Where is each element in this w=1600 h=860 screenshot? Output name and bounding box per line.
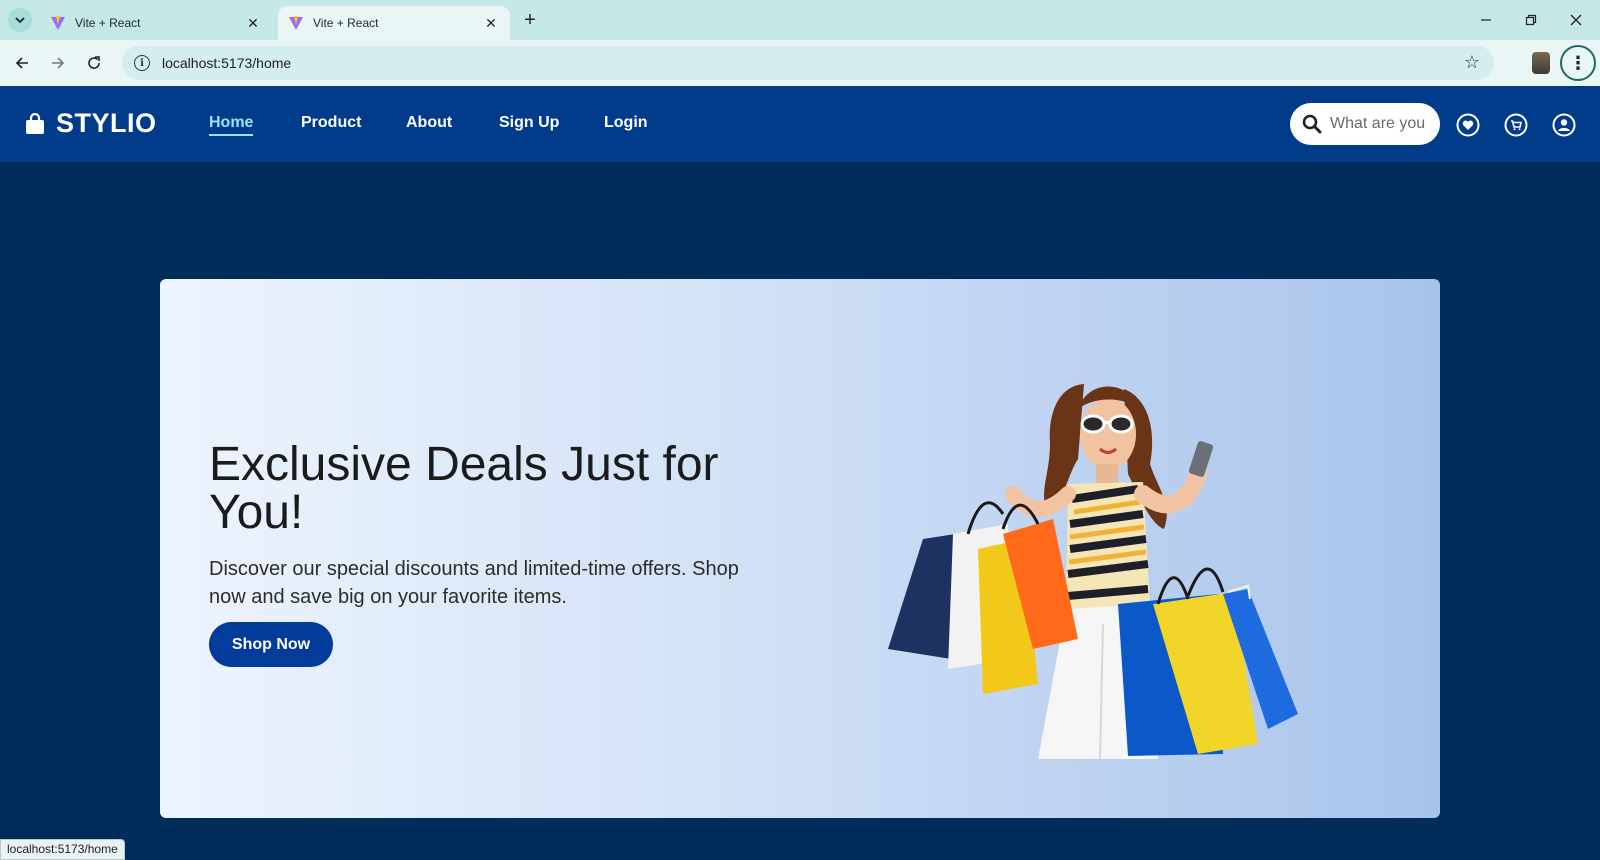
tab-title: Vite + React xyxy=(75,16,141,30)
browser-menu-button[interactable]: ⋮ xyxy=(1560,45,1596,81)
site-info-icon[interactable]: i xyxy=(134,55,150,71)
restore-icon xyxy=(1525,14,1537,26)
brand-logo[interactable]: STYLIO xyxy=(24,108,157,139)
bookmark-star-icon[interactable]: ☆ xyxy=(1464,52,1480,73)
hero-description: Discover our special discounts and limit… xyxy=(209,558,739,608)
brand-name: STYLIO xyxy=(56,108,157,138)
site-header: STYLIO Home Product About Sign Up Login xyxy=(0,86,1600,162)
tab-search-button[interactable] xyxy=(8,8,32,32)
nav-login[interactable]: Login xyxy=(604,114,648,132)
forward-button[interactable] xyxy=(44,49,72,77)
address-bar[interactable]: i localhost:5173/home ☆ xyxy=(122,46,1494,80)
search-icon xyxy=(1302,114,1322,134)
back-button[interactable] xyxy=(8,49,36,77)
reload-button[interactable] xyxy=(80,49,108,77)
tab-close-icon[interactable]: ✕ xyxy=(244,14,262,32)
close-icon xyxy=(1570,14,1582,26)
extension-icon[interactable] xyxy=(1532,52,1550,74)
search-input[interactable] xyxy=(1330,115,1430,133)
url-text[interactable]: localhost:5173/home xyxy=(162,55,291,71)
chevron-down-icon xyxy=(15,17,25,24)
tab-title: Vite + React xyxy=(313,16,379,30)
browser-tabstrip: Vite + React ✕ Vite + React ✕ + xyxy=(0,0,1600,40)
nav-home[interactable]: Home xyxy=(209,114,254,136)
close-window-button[interactable] xyxy=(1558,6,1594,34)
arrow-right-icon xyxy=(52,57,65,69)
minimize-icon xyxy=(1481,19,1491,21)
nav-sign-up[interactable]: Sign Up xyxy=(499,114,559,132)
new-tab-button[interactable]: + xyxy=(518,8,542,32)
vite-favicon-icon xyxy=(51,16,65,30)
heart-icon[interactable] xyxy=(1456,113,1480,137)
search-box[interactable] xyxy=(1290,103,1440,145)
arrow-left-icon xyxy=(15,57,28,69)
status-bar-url: localhost:5173/home xyxy=(0,839,125,860)
hero-banner: Exclusive Deals Just for You! Discover o… xyxy=(160,279,1440,818)
restore-button[interactable] xyxy=(1513,6,1549,34)
shop-now-button[interactable]: Shop Now xyxy=(209,622,333,667)
user-icon[interactable] xyxy=(1552,113,1576,137)
hero-title: Exclusive Deals Just for You! xyxy=(209,438,719,539)
tab-close-icon[interactable]: ✕ xyxy=(482,14,500,32)
vite-favicon-icon xyxy=(289,16,303,30)
cart-icon[interactable] xyxy=(1504,113,1528,137)
minimize-button[interactable] xyxy=(1468,6,1504,34)
reload-icon xyxy=(88,56,100,69)
browser-tab-1[interactable]: Vite + React ✕ xyxy=(40,6,272,40)
shopping-woman-image xyxy=(888,384,1298,759)
browser-tab-2[interactable]: Vite + React ✕ xyxy=(278,6,510,40)
shopping-bag-icon xyxy=(26,112,44,134)
nav-about[interactable]: About xyxy=(406,114,452,132)
browser-toolbar: i localhost:5173/home ☆ ⋮ xyxy=(0,40,1600,86)
nav-product[interactable]: Product xyxy=(301,114,361,132)
